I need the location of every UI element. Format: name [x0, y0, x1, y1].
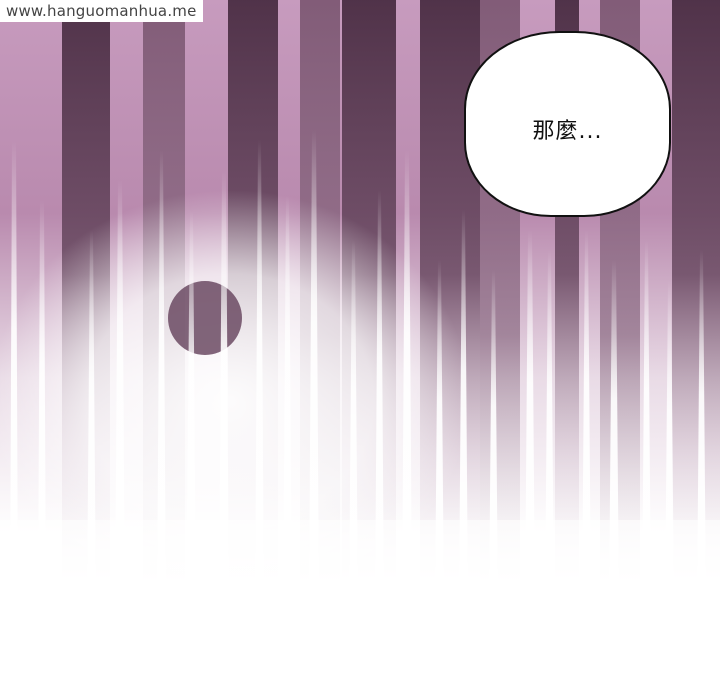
dark-circle	[168, 281, 242, 355]
page-gutter	[0, 610, 720, 700]
comic-page: 那麼... www.hanguomanhua.me	[0, 0, 720, 700]
bottom-haze	[0, 520, 720, 610]
speech-bubble-text: 那麼...	[532, 119, 603, 144]
comic-panel: 那麼... www.hanguomanhua.me	[0, 0, 720, 610]
watermark: www.hanguomanhua.me	[0, 0, 203, 22]
speech-bubble: 那麼...	[464, 31, 671, 217]
